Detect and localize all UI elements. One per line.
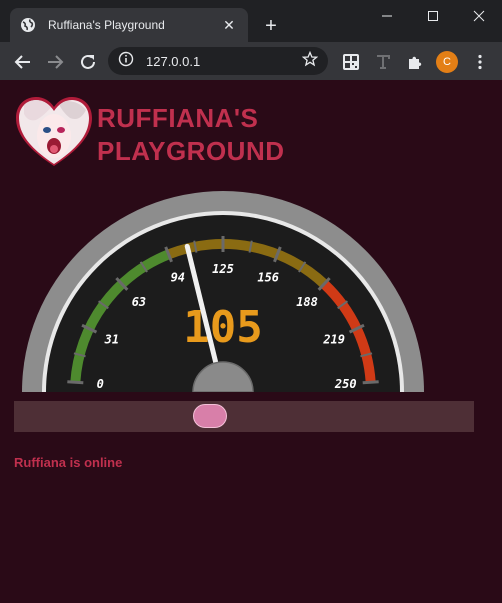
- new-tab-button[interactable]: +: [258, 13, 284, 39]
- qr-extension-icon[interactable]: [339, 50, 363, 74]
- harley-heart-logo: [14, 96, 94, 170]
- close-window-button[interactable]: [456, 0, 502, 32]
- gauge-tick-label: 125: [212, 262, 234, 276]
- gauge-tick-label: 156: [257, 271, 279, 285]
- info-icon[interactable]: [118, 51, 134, 72]
- maximize-button[interactable]: [410, 0, 456, 32]
- font-extension-icon[interactable]: [371, 50, 395, 74]
- gauge-tick-label: 250: [334, 377, 357, 391]
- browser-toolbar: 127.0.0.1 C: [0, 42, 502, 80]
- gauge-tick-label: 219: [322, 332, 345, 346]
- gauge-tick-label: 0: [97, 377, 104, 391]
- speed-gauge: 0 31 63 94 125 156 188 219 250 105: [0, 180, 502, 392]
- close-tab-icon[interactable]: ✕: [220, 16, 238, 34]
- gauge-value-readout: 105: [183, 302, 262, 353]
- status-text: Ruffiana is online: [14, 455, 123, 470]
- slider-thumb[interactable]: [192, 404, 227, 428]
- page-content: RUFFIANA'S PLAYGROUND 0 31 63 94 125 156 188 21…: [0, 80, 502, 603]
- page-title-line-1: RUFFIANA'S: [97, 103, 259, 133]
- page-title: RUFFIANA'S PLAYGROUND: [97, 102, 347, 168]
- page-title-line-2: PLAYGROUND: [97, 136, 285, 166]
- profile-avatar[interactable]: C: [436, 51, 458, 73]
- menu-kebab-icon[interactable]: [468, 50, 492, 74]
- puzzle-icon[interactable]: [403, 50, 427, 74]
- gauge-tick-label: 188: [296, 295, 318, 309]
- gauge-slider[interactable]: [14, 401, 474, 432]
- minimize-button[interactable]: [364, 0, 410, 32]
- url-text: 127.0.0.1: [146, 53, 201, 69]
- tab-title: Ruffiana's Playground: [48, 18, 165, 32]
- address-bar[interactable]: 127.0.0.1: [108, 47, 328, 75]
- tab-strip: Ruffiana's Playground ✕ +: [0, 0, 502, 42]
- tab-active[interactable]: Ruffiana's Playground ✕: [10, 8, 248, 42]
- globe-icon: [20, 17, 36, 33]
- forward-icon[interactable]: [43, 50, 67, 74]
- gauge-tick-label: 31: [104, 332, 119, 346]
- browser-chrome: Ruffiana's Playground ✕ + 127.0.0.1 C: [0, 0, 502, 80]
- gauge-tick: [67, 380, 84, 385]
- gauge-tick: [362, 380, 379, 385]
- star-icon[interactable]: [301, 50, 319, 72]
- gauge-tick-label: 94: [171, 271, 185, 285]
- reload-icon[interactable]: [76, 50, 100, 74]
- gauge-tick-label: 63: [132, 295, 146, 309]
- back-icon[interactable]: [11, 50, 35, 74]
